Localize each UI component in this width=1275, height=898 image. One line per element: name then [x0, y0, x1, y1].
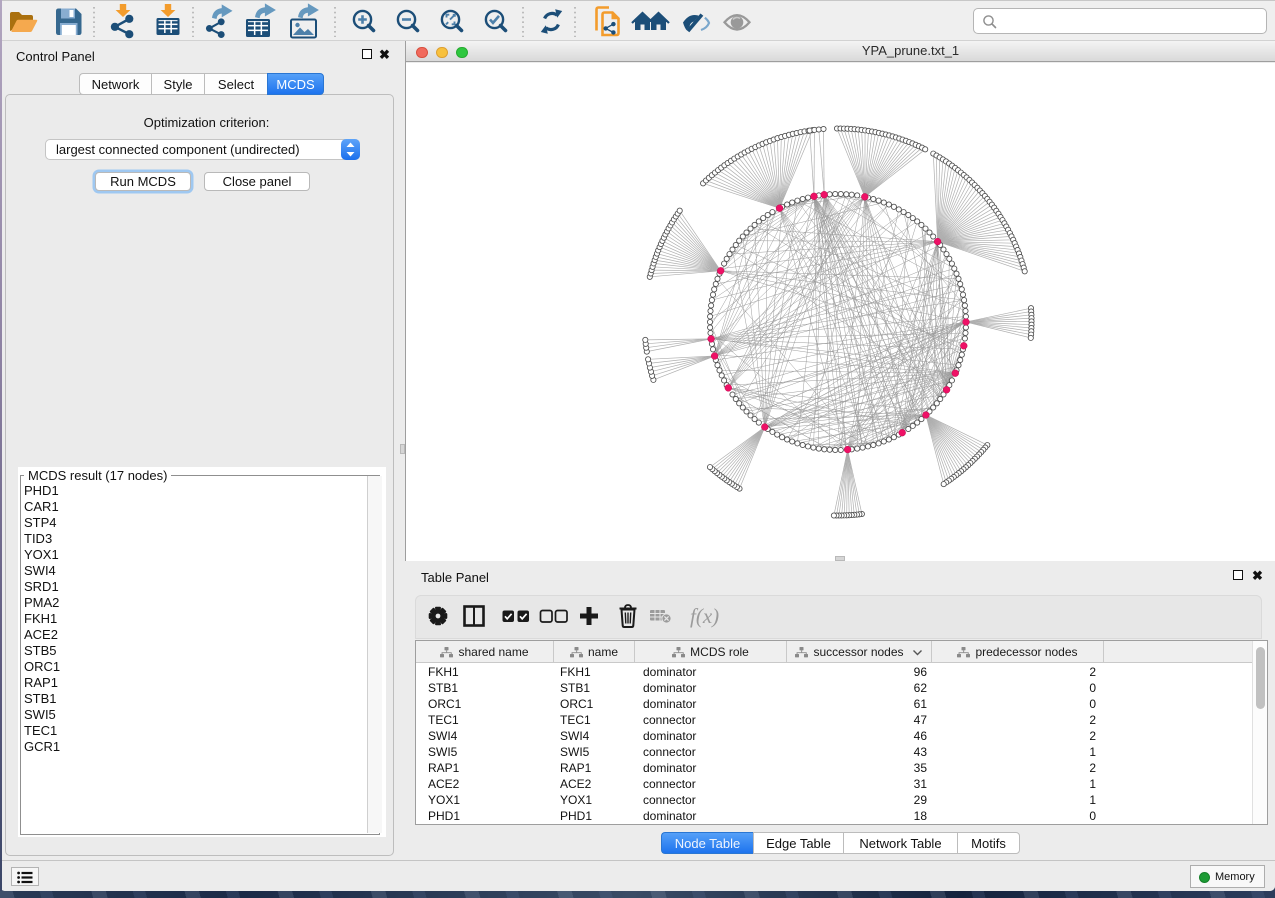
svg-text:f(x): f(x)	[690, 604, 719, 628]
